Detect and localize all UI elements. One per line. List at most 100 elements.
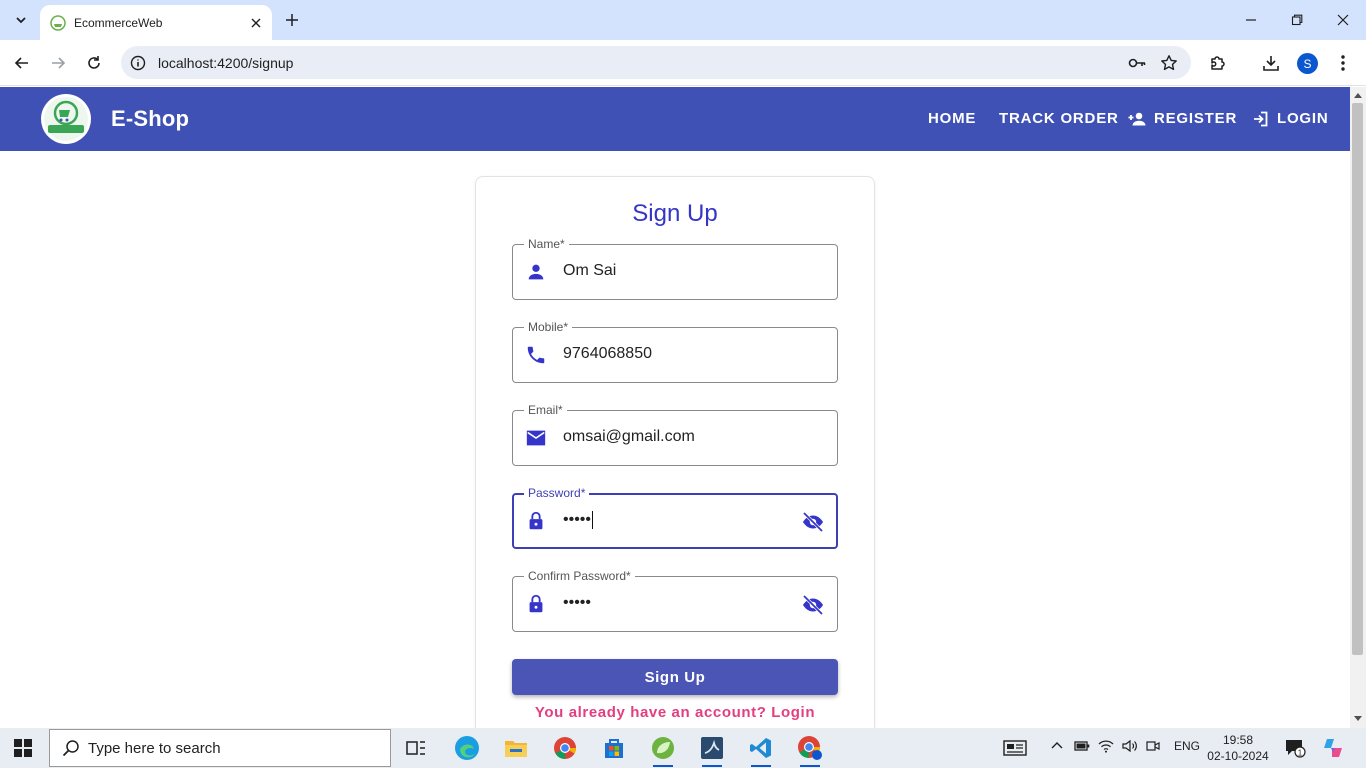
phone-icon — [527, 346, 545, 364]
taskbar-chrome[interactable] — [551, 734, 579, 762]
confirm-password-field[interactable]: Confirm Password* ••••• — [512, 569, 838, 632]
browser-tabstrip: EcommerceWeb — [0, 0, 1366, 40]
downloads-button[interactable] — [1259, 51, 1283, 75]
restore-button[interactable] — [1285, 8, 1309, 32]
nav-register-label: REGISTER — [1154, 110, 1238, 127]
visibility-off-icon[interactable] — [801, 510, 825, 534]
reload-button[interactable] — [82, 51, 106, 75]
text-caret — [592, 511, 594, 529]
tray-icons: ENG — [1050, 739, 1200, 753]
email-input[interactable]: omsai@gmail.com — [563, 428, 695, 446]
page-scrollbar[interactable] — [1350, 87, 1366, 728]
site-info-icon[interactable] — [126, 51, 150, 75]
nav-login[interactable]: LOGIN — [1253, 110, 1329, 127]
chevron-up-icon[interactable] — [1050, 739, 1064, 753]
search-icon — [62, 740, 79, 757]
taskbar-store[interactable] — [600, 734, 628, 762]
taskbar-news-widget[interactable] — [1001, 734, 1029, 762]
lock-icon — [529, 594, 543, 613]
taskbar-clock[interactable]: 19:58 02-10-2024 — [1206, 732, 1270, 764]
brand-name[interactable]: E-Shop — [111, 106, 189, 132]
password-value: ••••• — [563, 511, 592, 529]
signup-title: Sign Up — [632, 200, 718, 227]
minimize-button[interactable] — [1239, 8, 1263, 32]
browser-tab[interactable]: EcommerceWeb — [40, 5, 272, 40]
taskbar-spring-tool[interactable] — [649, 734, 677, 767]
mobile-input[interactable]: 9764068850 — [563, 345, 652, 363]
wifi-icon[interactable] — [1098, 739, 1114, 753]
restore-icon — [1291, 14, 1303, 26]
taskbar-mysql-workbench[interactable] — [698, 734, 726, 767]
windows-taskbar: Type here to search ENG 19:58 02-10-2024 — [0, 728, 1366, 768]
confirm-password-input[interactable]: ••••• — [563, 594, 591, 612]
scroll-down-arrow[interactable] — [1354, 716, 1362, 721]
arrow-right-icon — [52, 57, 66, 69]
nav-home-label: HOME — [928, 110, 977, 127]
name-field-label: Name* — [524, 237, 569, 251]
plus-icon — [286, 14, 298, 26]
tab-search-button[interactable] — [8, 7, 34, 33]
browser-menu-button[interactable] — [1331, 51, 1355, 75]
vscode-icon — [750, 738, 771, 758]
folder-icon — [505, 741, 527, 757]
nav-track-order[interactable]: TRACK ORDER — [999, 110, 1119, 127]
forward-button[interactable] — [46, 51, 70, 75]
bookmark-star-icon[interactable] — [1157, 51, 1181, 75]
extensions-button[interactable] — [1206, 51, 1230, 75]
language-indicator[interactable]: ENG — [1174, 739, 1200, 753]
url-text: localhost:4200/signup — [158, 54, 294, 71]
meet-now-icon[interactable] — [1146, 739, 1160, 753]
browser-toolbar: localhost:4200/signup — [0, 40, 1366, 86]
key-icon[interactable] — [1125, 51, 1149, 75]
taskbar-file-explorer[interactable] — [502, 734, 530, 762]
mobile-field[interactable]: Mobile* 9764068850 — [512, 320, 838, 383]
mobile-field-label: Mobile* — [524, 320, 573, 334]
battery-icon[interactable] — [1074, 739, 1090, 753]
notifications-button[interactable]: 1 — [1281, 734, 1309, 762]
favicon-icon — [50, 14, 66, 31]
name-input[interactable]: Om Sai — [563, 262, 616, 280]
visibility-off-icon[interactable] — [801, 593, 825, 617]
email-field[interactable]: Email* omsai@gmail.com — [512, 403, 838, 466]
shop-logo[interactable] — [41, 94, 91, 144]
password-input[interactable]: ••••• — [563, 511, 594, 529]
person-icon — [528, 264, 544, 280]
profile-avatar[interactable]: S — [1297, 53, 1318, 74]
lock-icon — [529, 511, 543, 530]
copilot-icon — [1324, 739, 1342, 757]
taskbar-chrome-profile[interactable] — [796, 734, 824, 767]
chrome-profile-icon — [798, 736, 822, 760]
task-view-button[interactable] — [402, 734, 430, 762]
address-bar[interactable]: localhost:4200/signup — [121, 46, 1191, 79]
window-close-button[interactable] — [1331, 8, 1355, 32]
taskbar-search[interactable]: Type here to search — [49, 729, 391, 767]
arrow-left-icon — [14, 57, 28, 69]
scrollbar-thumb[interactable] — [1352, 103, 1363, 655]
volume-icon[interactable] — [1122, 739, 1138, 753]
start-button[interactable] — [14, 739, 32, 762]
login-link[interactable]: You already have an account? Login — [476, 704, 874, 721]
copilot-button[interactable] — [1319, 734, 1347, 762]
scroll-up-arrow[interactable] — [1354, 93, 1362, 98]
download-icon — [1263, 56, 1279, 71]
notification-icon: 1 — [1286, 740, 1306, 758]
clock-date: 02-10-2024 — [1207, 749, 1269, 763]
nav-login-label: LOGIN — [1277, 110, 1329, 127]
taskbar-edge[interactable] — [453, 734, 481, 762]
login-icon — [1254, 111, 1268, 126]
nav-register[interactable]: REGISTER — [1128, 110, 1237, 127]
back-button[interactable] — [10, 51, 34, 75]
chrome-icon — [554, 737, 576, 759]
tab-title: EcommerceWeb — [74, 15, 163, 30]
nav-home[interactable]: HOME — [928, 110, 976, 127]
tab-close-icon[interactable] — [246, 13, 266, 33]
new-tab-button[interactable] — [281, 9, 303, 31]
signup-button[interactable]: Sign Up — [512, 659, 838, 695]
name-field[interactable]: Name* Om Sai — [512, 237, 838, 300]
mysql-icon — [701, 737, 723, 759]
password-field[interactable]: Password* ••••• — [512, 486, 838, 549]
taskbar-search-placeholder: Type here to search — [88, 739, 221, 757]
taskbar-vscode[interactable] — [747, 734, 775, 767]
page-viewport: E-Shop HOME TRACK ORDER REGISTER LOGIN S… — [0, 87, 1350, 728]
shop-logo-icon — [44, 97, 88, 141]
